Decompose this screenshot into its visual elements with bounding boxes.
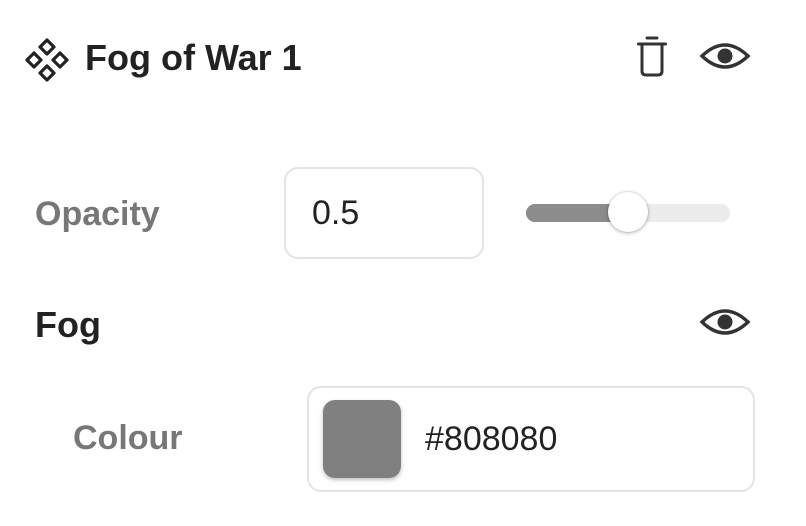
colour-label: Colour xyxy=(73,419,183,457)
component-icon xyxy=(24,37,70,83)
toggle-fog-visibility-button[interactable] xyxy=(697,302,753,346)
eye-icon xyxy=(699,305,751,344)
opacity-input[interactable] xyxy=(284,167,484,259)
colour-hex-value: #808080 xyxy=(425,419,558,458)
fog-section-heading: Fog xyxy=(35,304,101,345)
fog-of-war-layer-panel: Fog of War 1 Opacity Fog xyxy=(0,0,806,526)
layer-title: Fog of War 1 xyxy=(85,37,302,78)
opacity-slider[interactable] xyxy=(526,192,730,232)
trash-icon xyxy=(637,35,667,82)
fog-colour-picker[interactable]: #808080 xyxy=(307,386,755,492)
toggle-layer-visibility-button[interactable] xyxy=(697,36,753,80)
delete-layer-button[interactable] xyxy=(628,32,676,84)
colour-swatch[interactable] xyxy=(323,400,401,478)
opacity-label: Opacity xyxy=(35,195,160,233)
eye-icon xyxy=(699,39,751,78)
opacity-slider-thumb[interactable] xyxy=(608,192,648,232)
